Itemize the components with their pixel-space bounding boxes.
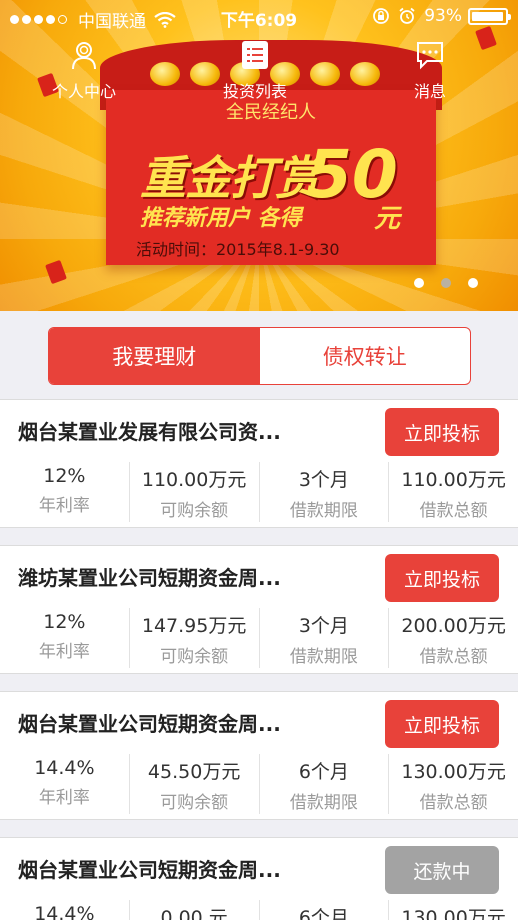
banner-pager[interactable]	[397, 278, 478, 288]
stat-label: 可购余额	[160, 793, 229, 813]
stat-label: 年利率	[38, 788, 90, 808]
stat-rate: 14.4% 年利率	[0, 754, 130, 814]
loan-card[interactable]: 烟台某置业发展有限公司资... 立即投标 12% 年利率 110.00万元 可购…	[0, 399, 518, 528]
loan-stats: 12% 年利率 147.95万元 可购余额 3个月 借款期限 200.00万元 …	[0, 608, 518, 668]
segmented-control: 我要理财 债权转让	[48, 327, 471, 385]
nav-message-label: 消息	[414, 82, 447, 101]
stat-total: 200.00万元 借款总额	[389, 608, 518, 668]
stat-label: 借款期限	[289, 647, 358, 667]
stat-rate: 14.4% 年利率	[0, 900, 130, 920]
stat-label: 借款期限	[289, 501, 358, 521]
loan-title: 烟台某置业公司短期资金周...	[18, 712, 281, 736]
stat-label: 借款总额	[419, 647, 488, 667]
loan-stats: 12% 年利率 110.00万元 可购余额 3个月 借款期限 110.00万元 …	[0, 462, 518, 522]
rotation-lock-icon	[373, 8, 390, 24]
status-bar: 中国联通 下午6:09 93%	[0, 0, 518, 34]
stat-value: 3个月	[298, 469, 349, 491]
loan-title: 烟台某置业公司短期资金周...	[18, 858, 281, 882]
banner-subline: 推荐新用户 各得	[140, 206, 302, 231]
top-nav: 个人中心 投资列表 消息	[0, 40, 518, 102]
loan-title: 潍坊某置业公司短期资金周...	[18, 566, 281, 590]
loan-title: 烟台某置业发展有限公司资...	[18, 420, 281, 444]
stat-value: 14.4%	[34, 757, 95, 779]
stat-available: 45.50万元 可购余额	[130, 754, 260, 814]
stat-value: 3个月	[298, 615, 349, 637]
stat-value: 147.95万元	[141, 615, 247, 637]
stat-label: 年利率	[38, 496, 90, 516]
stat-value: 200.00万元	[401, 615, 506, 637]
stat-value: 130.00万元	[401, 907, 506, 920]
stat-value: 14.4%	[34, 903, 95, 920]
promo-envelope: 全民经纪人 重金打赏 50 元 推荐新用户 各得 活动时间：2015年8.1-9…	[106, 90, 436, 265]
message-icon	[417, 42, 443, 70]
stat-value: 12%	[43, 465, 86, 487]
stat-label: 可购余额	[160, 647, 229, 667]
stat-term: 3个月 借款期限	[260, 462, 390, 522]
stat-term: 3个月 借款期限	[260, 608, 390, 668]
list-icon	[242, 41, 268, 69]
stat-value: 12%	[43, 611, 86, 633]
pager-dot[interactable]	[414, 278, 424, 288]
pager-dot[interactable]	[441, 278, 451, 288]
stat-total: 110.00万元 借款总额	[389, 462, 518, 522]
stat-label: 借款期限	[289, 793, 358, 813]
stat-value: 110.00万元	[141, 469, 247, 491]
tab-debt-transfer[interactable]: 债权转让	[260, 328, 471, 384]
nav-list-label: 投资列表	[223, 82, 288, 101]
stat-rate: 12% 年利率	[0, 462, 130, 522]
stat-term: 6个月 借款期限	[260, 900, 390, 920]
tab-invest[interactable]: 我要理财	[49, 328, 260, 384]
stat-total: 130.00万元 借款总额	[389, 900, 518, 920]
stat-total: 130.00万元 借款总额	[389, 754, 518, 814]
stat-value: 6个月	[298, 761, 349, 783]
stat-term: 6个月 借款期限	[260, 754, 390, 814]
loan-stats: 14.4% 年利率 45.50万元 可购余额 6个月 借款期限 130.00万元…	[0, 754, 518, 814]
nav-profile[interactable]: 个人中心	[52, 40, 116, 102]
banner-period: 活动时间：2015年8.1-9.30	[136, 240, 340, 259]
stat-value: 130.00万元	[401, 761, 506, 783]
nav-messages[interactable]: 消息	[414, 40, 446, 102]
stat-available: 147.95万元 可购余额	[130, 608, 260, 668]
repaying-button[interactable]: 还款中	[385, 846, 499, 894]
stat-available: 110.00万元 可购余额	[130, 462, 260, 522]
promo-banner[interactable]: 全民经纪人 重金打赏 50 元 推荐新用户 各得 活动时间：2015年8.1-9…	[0, 0, 518, 311]
alarm-icon	[399, 7, 415, 24]
stat-value: 45.50万元	[147, 761, 241, 783]
loan-card[interactable]: 烟台某置业公司短期资金周... 立即投标 14.4% 年利率 45.50万元 可…	[0, 691, 518, 820]
stat-available: 0.00 元 可购余额	[130, 900, 260, 920]
user-icon	[72, 42, 96, 70]
banner-headline: 重金打赏	[140, 151, 321, 205]
pager-dot[interactable]	[468, 278, 478, 288]
battery-icon	[468, 7, 511, 25]
stat-label: 借款总额	[419, 501, 488, 521]
bid-button[interactable]: 立即投标	[385, 408, 499, 456]
loan-card[interactable]: 潍坊某置业公司短期资金周... 立即投标 12% 年利率 147.95万元 可购…	[0, 545, 518, 674]
banner-unit: 元	[374, 204, 401, 234]
bid-button[interactable]: 立即投标	[385, 700, 499, 748]
stat-label: 年利率	[38, 642, 90, 662]
stat-value: 6个月	[298, 907, 349, 920]
stat-rate: 12% 年利率	[0, 608, 130, 668]
loan-stats: 14.4% 年利率 0.00 元 可购余额 6个月 借款期限 130.00万元 …	[0, 900, 518, 920]
app-screen: 全民经纪人 重金打赏 50 元 推荐新用户 各得 活动时间：2015年8.1-9…	[0, 0, 518, 920]
stat-label: 可购余额	[160, 501, 229, 521]
stat-value: 0.00 元	[160, 907, 228, 920]
stat-value: 110.00万元	[401, 469, 506, 491]
nav-invest-list[interactable]: 投资列表	[223, 40, 287, 102]
nav-profile-label: 个人中心	[52, 82, 117, 101]
loan-card[interactable]: 烟台某置业公司短期资金周... 还款中 14.4% 年利率 0.00 元 可购余…	[0, 837, 518, 920]
bid-button[interactable]: 立即投标	[385, 554, 499, 602]
battery-percent: 93%	[424, 6, 462, 26]
stat-label: 借款总额	[419, 793, 488, 813]
